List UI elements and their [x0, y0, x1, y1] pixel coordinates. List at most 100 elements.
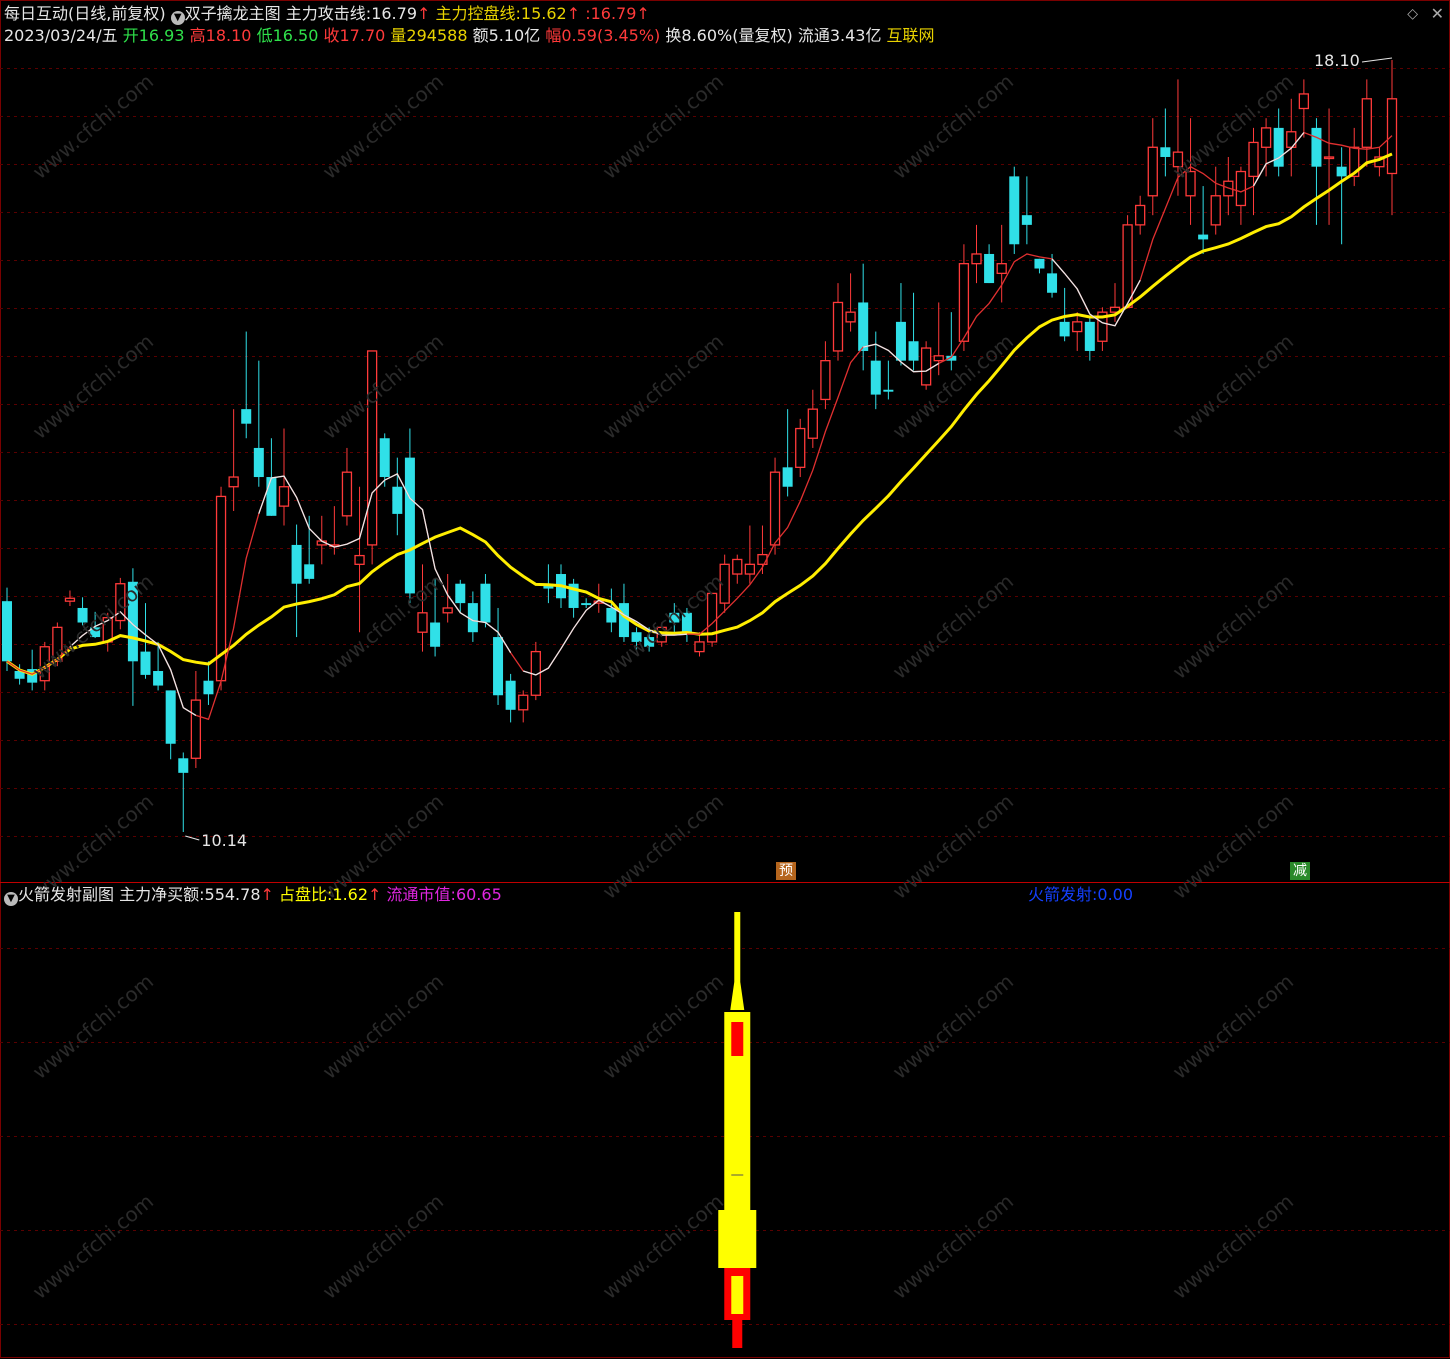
watermark: www.cfchi.com — [318, 329, 448, 444]
candle-body — [417, 612, 428, 633]
net-buy-value: 554.78 — [204, 885, 261, 904]
candle-body — [430, 622, 441, 647]
candle-body — [455, 583, 466, 604]
candle-body — [1323, 156, 1335, 160]
candle-body — [165, 690, 176, 744]
candle-body — [518, 694, 529, 711]
candle-body — [782, 467, 793, 487]
candle-body — [493, 637, 504, 696]
candle-body — [933, 355, 944, 362]
candle-body — [883, 389, 894, 392]
candle-body — [379, 438, 390, 478]
ratio-label: 占盘比: — [279, 885, 333, 904]
watermark: www.cfchi.com — [318, 569, 448, 684]
candle-body — [480, 583, 491, 623]
candle-body — [820, 360, 831, 401]
up-arrow-icon: ↑ — [368, 885, 382, 904]
candle-body — [971, 253, 982, 265]
candle-body — [1336, 166, 1347, 177]
candle-body — [1311, 127, 1322, 167]
candle-body — [304, 564, 315, 579]
candle-body — [895, 321, 906, 361]
candle-body — [1198, 234, 1209, 240]
candle-body — [1072, 321, 1083, 333]
candle-body — [757, 553, 768, 565]
candle-body — [807, 408, 818, 439]
candle-body — [606, 607, 617, 623]
watermark: www.cfchi.com — [598, 969, 728, 1084]
candle-body — [870, 360, 881, 395]
rocket-label-text: 火箭发射: — [1028, 885, 1098, 904]
candle-body — [908, 341, 919, 361]
candle-body — [1210, 195, 1221, 226]
watermark: www.cfchi.com — [888, 69, 1018, 184]
candle-body — [253, 447, 264, 478]
candle-body — [341, 471, 353, 517]
candle-body — [140, 651, 151, 675]
candle-body — [64, 597, 76, 602]
circle-icon[interactable]: ▼ — [4, 892, 18, 906]
candle-body — [1273, 127, 1284, 167]
candle-body — [1260, 127, 1272, 148]
pre-marker: 预 — [776, 862, 796, 880]
high-price-label: 18.10 — [1314, 51, 1360, 70]
rocket-nose — [730, 982, 745, 1010]
high-arrow — [1361, 57, 1393, 63]
watermark: www.cfchi.com — [28, 569, 158, 684]
candle-body — [1122, 224, 1133, 308]
candle-body — [354, 554, 365, 565]
watermark: www.cfchi.com — [888, 969, 1018, 1084]
candle-body — [795, 427, 806, 468]
candle-body — [732, 558, 743, 575]
rocket-booster — [718, 1210, 757, 1268]
watermark: www.cfchi.com — [318, 1189, 448, 1304]
candle-body — [203, 680, 214, 695]
watermark: www.cfchi.com — [1168, 969, 1298, 1084]
sub-title[interactable]: 火箭发射副图 — [18, 885, 114, 904]
candle-body — [1147, 146, 1158, 197]
watermark: www.cfchi.com — [598, 69, 728, 184]
rocket-antenna — [734, 912, 741, 982]
watermark: www.cfchi.com — [1168, 569, 1298, 684]
candle-body — [1135, 204, 1146, 226]
candle-body — [984, 253, 995, 284]
watermark: www.cfchi.com — [28, 969, 158, 1084]
candle-body — [1361, 98, 1372, 148]
watermark: www.cfchi.com — [318, 969, 448, 1084]
watermark: www.cfchi.com — [888, 1189, 1018, 1304]
candle-body — [845, 311, 856, 323]
mcap-value: 60.65 — [455, 885, 502, 904]
watermark: www.cfchi.com — [28, 69, 158, 184]
ratio-value: 1.62 — [332, 885, 369, 904]
low-price-label: 10.14 — [201, 831, 247, 850]
candle-body — [266, 477, 277, 516]
candle-body — [694, 641, 705, 653]
candle-body — [769, 471, 781, 546]
candle-body — [1248, 141, 1259, 178]
candle-body — [241, 409, 252, 424]
watermark: www.cfchi.com — [598, 1189, 728, 1304]
candle-body — [858, 302, 869, 351]
candle-body — [505, 680, 516, 710]
candle-body — [581, 603, 592, 606]
candle-body — [178, 758, 189, 773]
candle-body — [996, 263, 1007, 275]
rocket-label: 火箭发射:0.00 — [1028, 884, 1133, 906]
candle-body — [153, 671, 164, 686]
candle-body — [1084, 321, 1095, 351]
candle-body — [278, 486, 290, 507]
candle-body — [404, 457, 415, 594]
candle-body — [1298, 93, 1310, 110]
rocket-flame-tail — [732, 1320, 743, 1348]
watermark: www.cfchi.com — [598, 329, 728, 444]
watermark: www.cfchi.com — [28, 1189, 158, 1304]
candle-body — [1009, 176, 1020, 245]
candle-body — [392, 486, 403, 514]
watermark: www.cfchi.com — [1168, 329, 1298, 444]
kline-chart[interactable]: 18.10 10.14 www.cfchi.com www.cfchi.com www.… — [0, 0, 1450, 1359]
candle-body — [744, 563, 756, 575]
candle-body — [1021, 215, 1032, 225]
candle-body — [1047, 273, 1058, 293]
candle-body — [190, 699, 202, 759]
candle-body — [1235, 170, 1247, 207]
